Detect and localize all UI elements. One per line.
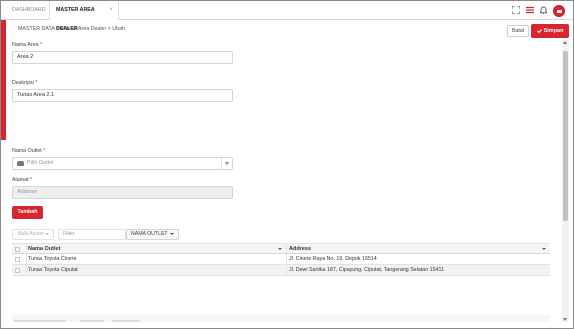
sort-icon[interactable]: [542, 248, 546, 250]
nama-outlet-label: Nama Outlet *: [12, 148, 46, 154]
cell-name: Tunas Toyota Ciputat: [26, 265, 286, 275]
cell-address: Jl. Dewi Sartika 187, Cipayung, Ciputat,…: [286, 265, 550, 275]
menu-icon[interactable]: [526, 6, 534, 16]
filter-column-label: NAMA OUTLET: [131, 231, 168, 237]
table-row[interactable]: Tunas Toyota Ciputat Jl. Dewi Sartika 18…: [12, 265, 550, 276]
save-button[interactable]: Simpan: [531, 24, 569, 38]
deskripsi-label: Deskripsi *: [12, 80, 38, 86]
car-icon: [17, 161, 24, 166]
select-all-checkbox[interactable]: [15, 247, 20, 252]
active-indicator: [1, 20, 6, 140]
outlet-select[interactable]: Pilih Outlet: [12, 157, 233, 170]
expand-icon[interactable]: [511, 5, 521, 16]
filter-input[interactable]: Filter: [58, 229, 126, 240]
alamat-label: Alamat *: [12, 177, 33, 183]
nama-area-label: Nama Area *: [12, 42, 43, 48]
cancel-button[interactable]: Batal: [507, 25, 529, 37]
top-bar: DASHBOARD MASTER AREA DEALER ×: [1, 1, 573, 32]
scroll-down-icon[interactable]: [563, 318, 567, 321]
cell-address: Jl. Cinere Raya No. 19, Depok 16514: [286, 254, 550, 264]
chevron-down-icon: [45, 233, 49, 235]
check-icon: [536, 28, 542, 33]
bulk-action-dropdown[interactable]: Bulk Action: [12, 229, 54, 240]
pagination-placeholder: [14, 320, 66, 322]
pagination-placeholder: [112, 320, 140, 322]
tab-close-icon[interactable]: ×: [109, 1, 113, 20]
save-button-label: Simpan: [543, 28, 564, 34]
table-header: Nama Outlet Address: [12, 243, 550, 254]
deskripsi-input[interactable]: Tunas Area 2.1: [12, 89, 233, 102]
chevron-down-icon: [170, 233, 174, 235]
table-row[interactable]: Tunas Toyota Cinere Jl. Cinere Raya No. …: [12, 254, 550, 265]
add-button[interactable]: Tambah: [12, 206, 43, 219]
bulk-action-label: Bulk Action: [18, 231, 44, 237]
bell-icon[interactable]: [538, 6, 549, 16]
scroll-thumb[interactable]: [563, 51, 568, 221]
sort-icon[interactable]: [278, 248, 282, 250]
column-header-address[interactable]: Address: [286, 244, 550, 253]
outlet-table: Nama Outlet Address Tunas Toyota Cinere …: [12, 243, 550, 276]
avatar[interactable]: [553, 5, 565, 17]
breadcrumb: MASTER DATA > Master Area Dealer > Ubah: [18, 26, 125, 32]
pagination-placeholder: [80, 320, 104, 322]
alamat-input: Address: [12, 186, 233, 199]
chevron-down-icon[interactable]: [221, 158, 232, 169]
tab-dashboard[interactable]: DASHBOARD: [6, 1, 52, 20]
tab-master-area-dealer[interactable]: MASTER AREA DEALER ×: [49, 1, 119, 32]
row-checkbox[interactable]: [15, 257, 20, 262]
scroll-up-icon[interactable]: [563, 41, 567, 44]
column-header-name[interactable]: Nama Outlet: [26, 244, 286, 253]
row-checkbox[interactable]: [15, 268, 20, 273]
nama-area-input[interactable]: Area 2: [12, 51, 233, 64]
topbar-icons: [511, 4, 565, 18]
cell-name: Tunas Toyota Cinere: [26, 254, 286, 264]
outlet-select-placeholder: Pilih Outlet: [27, 160, 54, 166]
vertical-scrollbar[interactable]: [562, 40, 569, 322]
filter-column-dropdown[interactable]: NAMA OUTLET: [126, 229, 179, 240]
